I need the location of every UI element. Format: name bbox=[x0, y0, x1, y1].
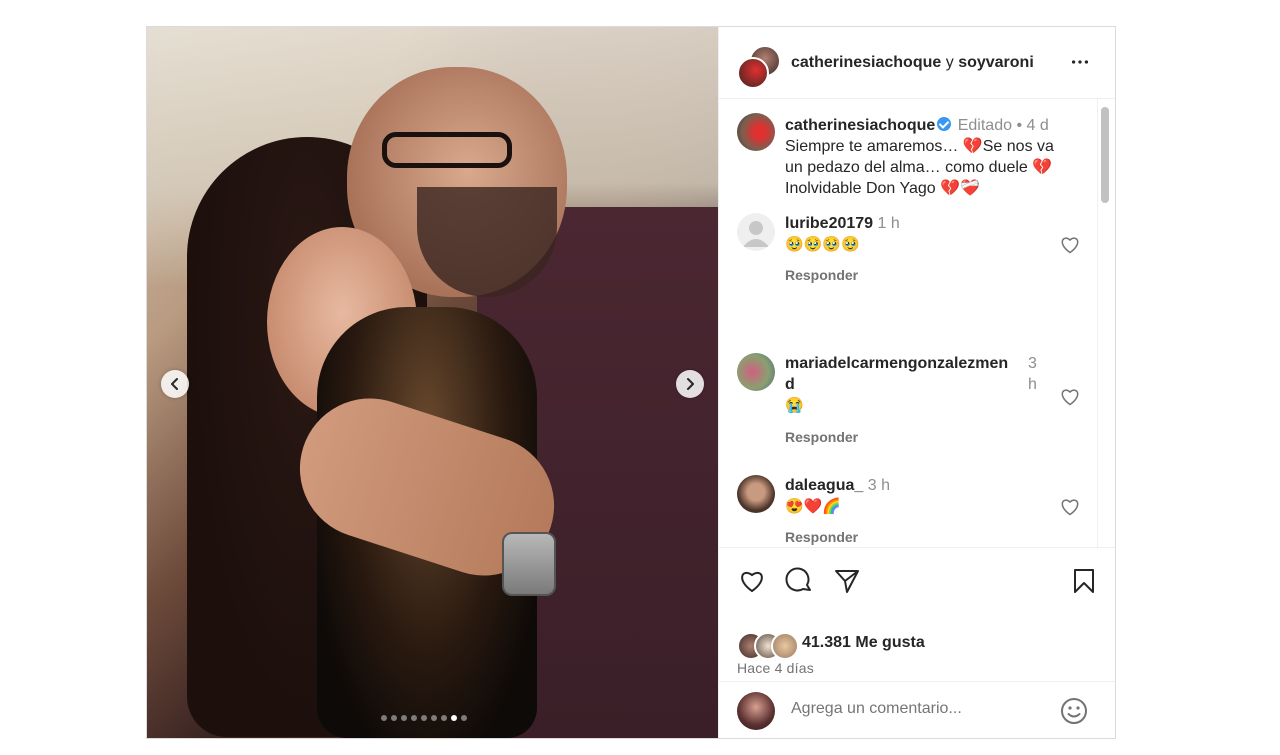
likes-count[interactable]: 41.381 Me gusta bbox=[802, 634, 925, 652]
carousel-indicator bbox=[381, 715, 467, 721]
share-icon[interactable] bbox=[832, 566, 862, 596]
comment-icon[interactable] bbox=[784, 566, 814, 596]
comment-time-unit: h bbox=[1028, 376, 1037, 393]
avatar[interactable] bbox=[737, 475, 775, 513]
chevron-left-icon bbox=[171, 378, 178, 390]
likers-avatars[interactable] bbox=[737, 632, 799, 660]
photo-watch bbox=[502, 532, 556, 596]
photo-glasses bbox=[382, 132, 512, 168]
carousel-dot bbox=[411, 715, 417, 721]
heart-icon[interactable] bbox=[737, 566, 767, 596]
avatar[interactable] bbox=[737, 353, 775, 391]
collab-names: catherinesiachoque y soyvaroni bbox=[791, 54, 1034, 72]
post-photo bbox=[147, 27, 718, 738]
default-avatar-icon bbox=[743, 221, 769, 247]
avatar[interactable] bbox=[737, 692, 775, 730]
add-comment-bar bbox=[719, 681, 1115, 740]
carousel-dot bbox=[391, 715, 397, 721]
caption-line-3: Inolvidable Don Yago 💔❤️‍🩹 bbox=[785, 180, 980, 197]
carousel-dot bbox=[401, 715, 407, 721]
post-actions: 41.381 Me gusta Hace 4 días bbox=[719, 547, 1115, 739]
comment-username-cont[interactable]: d bbox=[785, 376, 795, 393]
emoji-icon[interactable] bbox=[1059, 696, 1089, 726]
more-options-icon[interactable] bbox=[1069, 51, 1091, 73]
reply-button[interactable]: Responder bbox=[785, 429, 858, 445]
heart-icon[interactable] bbox=[1060, 497, 1080, 517]
avatar[interactable] bbox=[737, 213, 775, 251]
collab-avatars[interactable] bbox=[737, 45, 781, 89]
meta-separator: • bbox=[1016, 117, 1023, 134]
comment-time[interactable]: 1 h bbox=[878, 215, 900, 232]
carousel-dot bbox=[461, 715, 467, 721]
comment-text: 🥹🥹🥹🥹 bbox=[785, 236, 860, 253]
reply-button[interactable]: Responder bbox=[785, 267, 858, 283]
bookmark-icon[interactable] bbox=[1069, 566, 1099, 596]
comment-body: daleagua_ 3 h 😍❤️🌈 bbox=[785, 475, 1035, 517]
comment-text: 😭 bbox=[785, 397, 804, 414]
heart-icon[interactable] bbox=[1060, 387, 1080, 407]
carousel-prev-button[interactable] bbox=[161, 370, 189, 398]
comment-username[interactable]: mariadelcarmengonzalezmen bbox=[785, 355, 1008, 372]
comment-time[interactable]: 3 h bbox=[868, 477, 890, 494]
comment-time-value: 3 bbox=[1028, 355, 1037, 372]
verified-badge-icon bbox=[937, 117, 952, 131]
comment-time[interactable]: 3 h bbox=[1028, 353, 1037, 395]
post-time-ago[interactable]: Hace 4 días bbox=[737, 660, 814, 676]
caption-username[interactable]: catherinesiachoque bbox=[785, 117, 935, 134]
avatar-catherinesiachoque[interactable] bbox=[737, 57, 769, 89]
carousel-next-button[interactable] bbox=[676, 370, 704, 398]
comment-text: 😍❤️🌈 bbox=[785, 498, 842, 515]
header-username-1[interactable]: catherinesiachoque bbox=[791, 54, 941, 71]
caption-time[interactable]: 4 d bbox=[1027, 117, 1049, 134]
avatar[interactable] bbox=[771, 632, 799, 660]
scrollbar-thumb[interactable] bbox=[1101, 107, 1109, 203]
carousel-dot bbox=[441, 715, 447, 721]
edited-label: Editado bbox=[957, 117, 1012, 134]
post-sidebar: catherinesiachoque y soyvaroni catherine… bbox=[718, 27, 1115, 738]
caption-line-2: un pedazo del alma… como duele 💔 bbox=[785, 159, 1053, 176]
post-header: catherinesiachoque y soyvaroni bbox=[719, 27, 1115, 99]
carousel-dot bbox=[381, 715, 387, 721]
caption-line-1: Siempre te amaremos… 💔Se nos va bbox=[785, 138, 1054, 155]
comment-body: mariadelcarmengonzalezmen d 😭 bbox=[785, 353, 1030, 416]
comment-body: luribe20179 1 h 🥹🥹🥹🥹 bbox=[785, 213, 1035, 255]
comment-username[interactable]: daleagua_ bbox=[785, 477, 863, 494]
heart-icon[interactable] bbox=[1060, 235, 1080, 255]
carousel-dot bbox=[451, 715, 457, 721]
reply-button[interactable]: Responder bbox=[785, 529, 858, 545]
comments-section[interactable]: catherinesiachoque Editado • 4 d Siempre… bbox=[719, 99, 1101, 547]
post-card: catherinesiachoque y soyvaroni catherine… bbox=[146, 26, 1116, 739]
header-conjunction: y bbox=[945, 54, 954, 71]
avatar[interactable] bbox=[737, 113, 775, 151]
chevron-right-icon bbox=[687, 378, 694, 390]
comment-input[interactable] bbox=[791, 700, 1041, 718]
comment-username[interactable]: luribe20179 bbox=[785, 215, 873, 232]
carousel-dot bbox=[421, 715, 427, 721]
carousel-dot bbox=[431, 715, 437, 721]
caption-text: catherinesiachoque Editado • 4 d Siempre… bbox=[785, 115, 1085, 199]
header-username-2[interactable]: soyvaroni bbox=[958, 54, 1034, 71]
